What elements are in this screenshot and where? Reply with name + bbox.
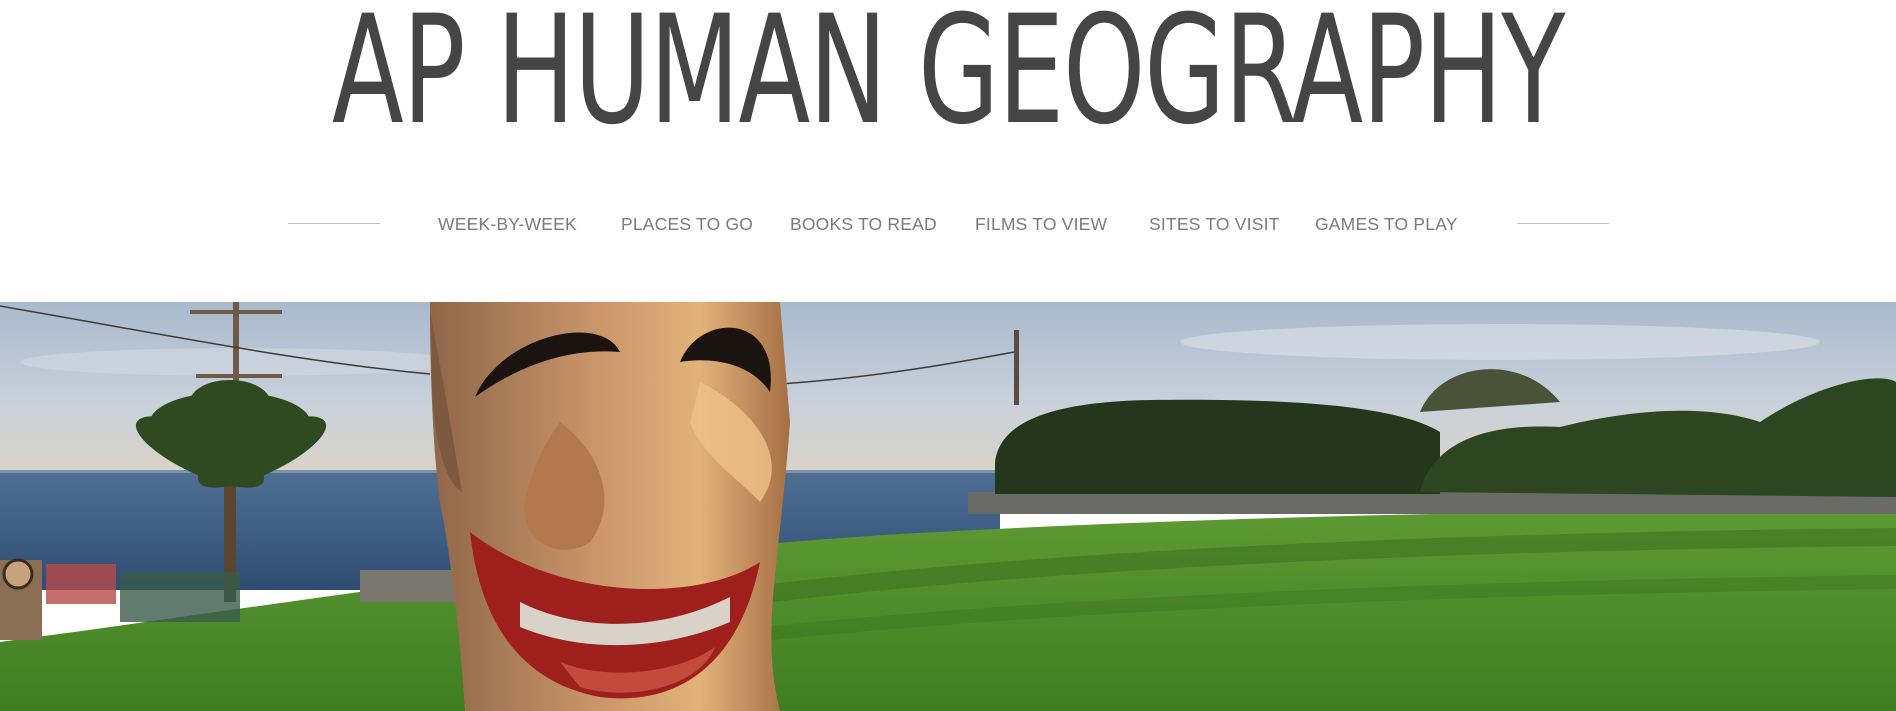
hero-image: [0, 302, 1896, 711]
nav-item-books-to-read[interactable]: BOOKS TO READ: [790, 210, 937, 238]
nav-item-week-by-week[interactable]: WEEK-BY-WEEK: [438, 210, 577, 238]
main-navigation: WEEK-BY-WEEK PLACES TO GO BOOKS TO READ …: [0, 210, 1896, 240]
nav-item-places-to-go[interactable]: PLACES TO GO: [621, 210, 753, 238]
nav-divider-left: [288, 223, 380, 224]
nav-item-sites-to-visit[interactable]: SITES TO VISIT: [1149, 210, 1280, 238]
nav-item-films-to-view[interactable]: FILMS TO VIEW: [975, 210, 1107, 238]
site-title[interactable]: AP HUMAN GEOGRAPHY: [284, 0, 1611, 156]
site-header: AP HUMAN GEOGRAPHY WEEK-BY-WEEK PLACES T…: [0, 0, 1896, 302]
carved-tiki-mask-park-photo-icon: [0, 302, 1896, 711]
nav-divider-right: [1517, 223, 1609, 224]
nav-item-games-to-play[interactable]: GAMES TO PLAY: [1315, 210, 1458, 238]
